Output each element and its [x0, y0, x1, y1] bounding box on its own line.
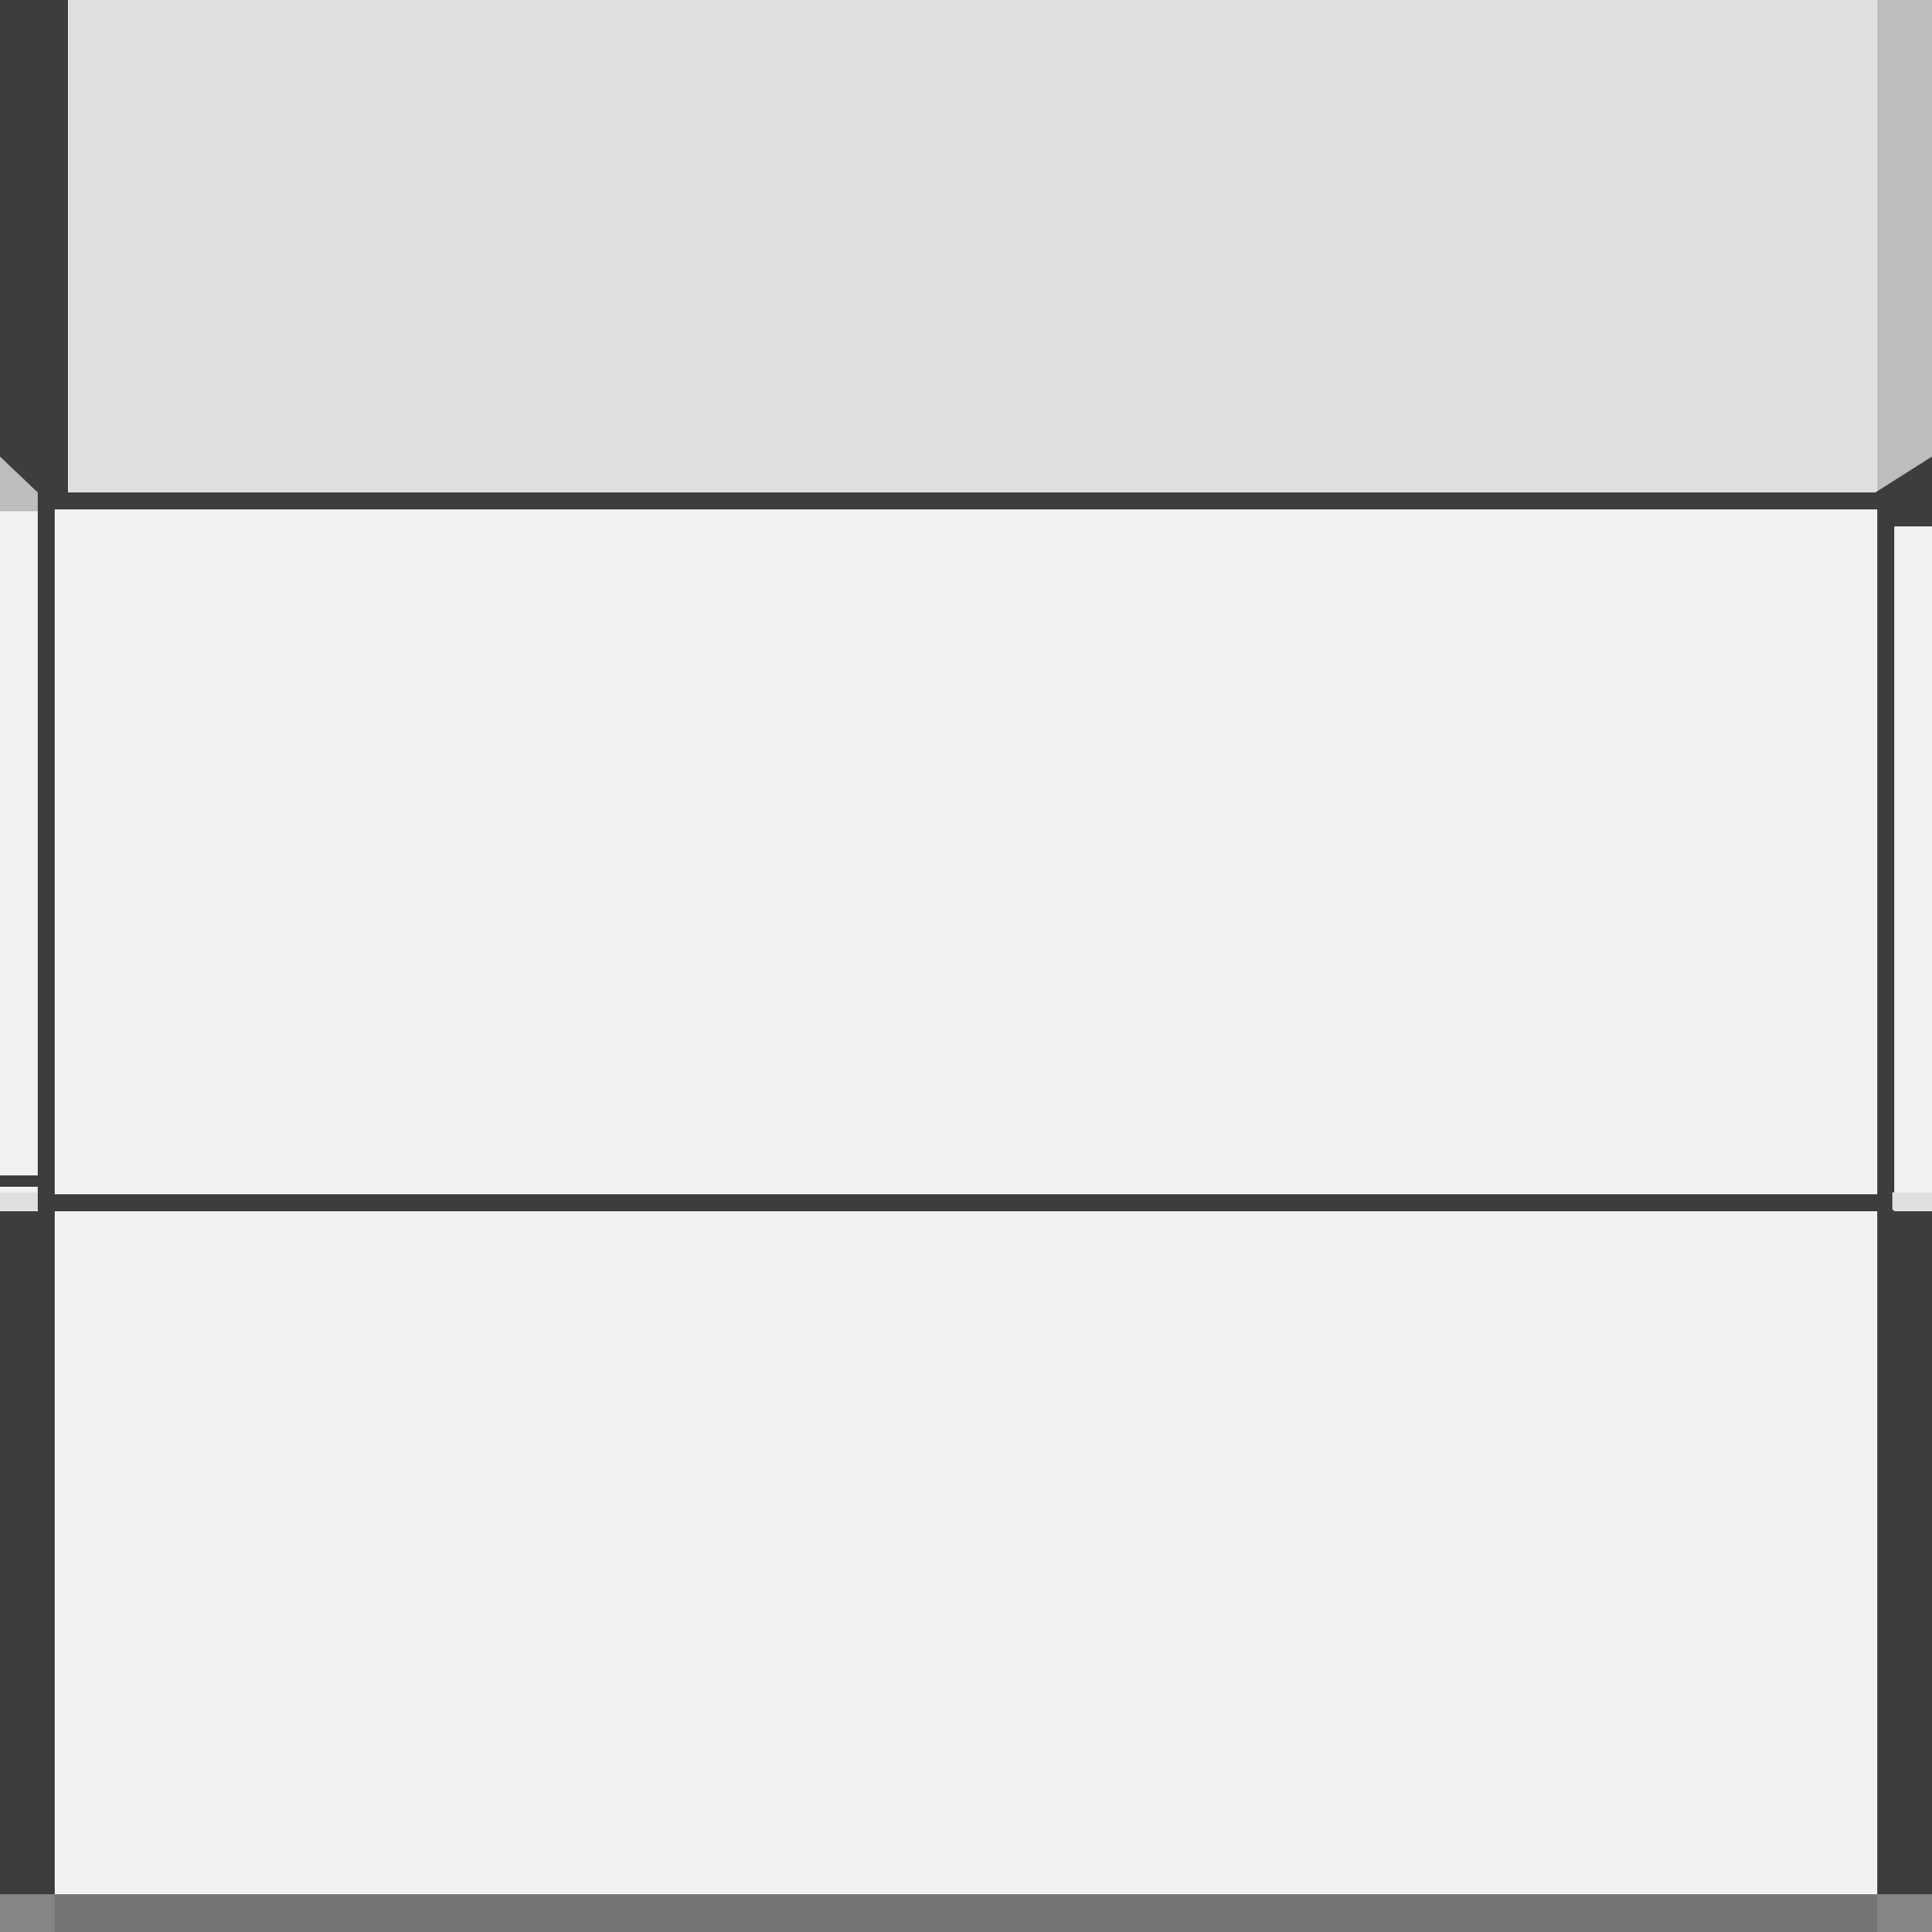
- ui-canvas: [0, 0, 1932, 1932]
- bottom-status-bar: [55, 1894, 1877, 1932]
- right-strip-bottom: [1877, 1211, 1932, 1894]
- left-strip-bottom: [0, 1211, 55, 1894]
- top-panel: [68, 0, 1877, 492]
- bottom-panel: [55, 1211, 1877, 1894]
- middle-panel: [38, 492, 1894, 1211]
- bottom-right-corner: [1877, 1894, 1932, 1932]
- left-connector: [0, 1175, 38, 1187]
- left-strip-top: [0, 0, 68, 492]
- bottom-left-corner: [0, 1894, 55, 1932]
- right-strip-top: [1877, 0, 1932, 492]
